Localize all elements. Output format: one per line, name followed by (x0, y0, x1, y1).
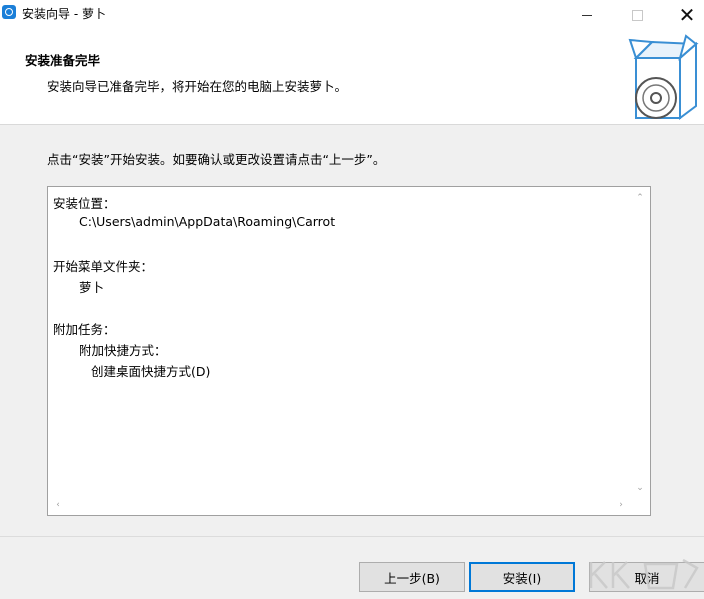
install-button[interactable]: 安装(I) (469, 562, 575, 592)
install-location-label: 安装位置： (53, 196, 116, 211)
install-location-value: C:\Users\admin\AppData\Roaming\Carrot (79, 214, 336, 229)
cancel-button[interactable]: 取消 (589, 562, 704, 592)
scroll-right-icon[interactable]: › (614, 498, 628, 512)
scroll-left-icon[interactable]: ‹ (51, 498, 65, 512)
maximize-icon (631, 9, 643, 21)
desktop-shortcut-task: 创建桌面快捷方式(D) (91, 364, 211, 379)
start-menu-folder-value: 萝卜 (79, 280, 105, 295)
additional-shortcuts-label: 附加快捷方式： (79, 343, 167, 358)
scroll-down-icon[interactable]: ⌄ (633, 481, 647, 495)
minimize-button[interactable] (564, 0, 610, 30)
title-bar: 安装向导 - 萝卜 ✕ (0, 0, 704, 30)
summary-memo[interactable]: 安装位置： C:\Users\admin\AppData\Roaming\Car… (47, 186, 651, 516)
close-button[interactable]: ✕ (664, 0, 704, 30)
additional-tasks-label: 附加任务： (53, 322, 116, 337)
close-icon: ✕ (678, 3, 696, 27)
page-subtitle: 安装向导已准备完毕，将开始在您的电脑上安装萝卜。 (47, 79, 348, 94)
page-title: 安装准备完毕 (25, 53, 101, 68)
minimize-icon (582, 14, 592, 16)
maximize-button[interactable] (614, 0, 660, 30)
back-button[interactable]: 上一步(B) (359, 562, 465, 592)
window-title: 安装向导 - 萝卜 (22, 7, 106, 21)
setup-app-icon (2, 5, 16, 19)
scroll-up-icon[interactable]: ⌃ (633, 191, 647, 205)
wizard-header: 安装准备完毕 安装向导已准备完毕，将开始在您的电脑上安装萝卜。 (0, 30, 704, 125)
footer-divider (0, 536, 704, 537)
install-box-disc-icon (628, 34, 699, 120)
start-menu-folder-label: 开始菜单文件夹： (53, 259, 154, 274)
instruction-text: 点击“安装”开始安装。如要确认或更改设置请点击“上一步”。 (47, 152, 386, 167)
